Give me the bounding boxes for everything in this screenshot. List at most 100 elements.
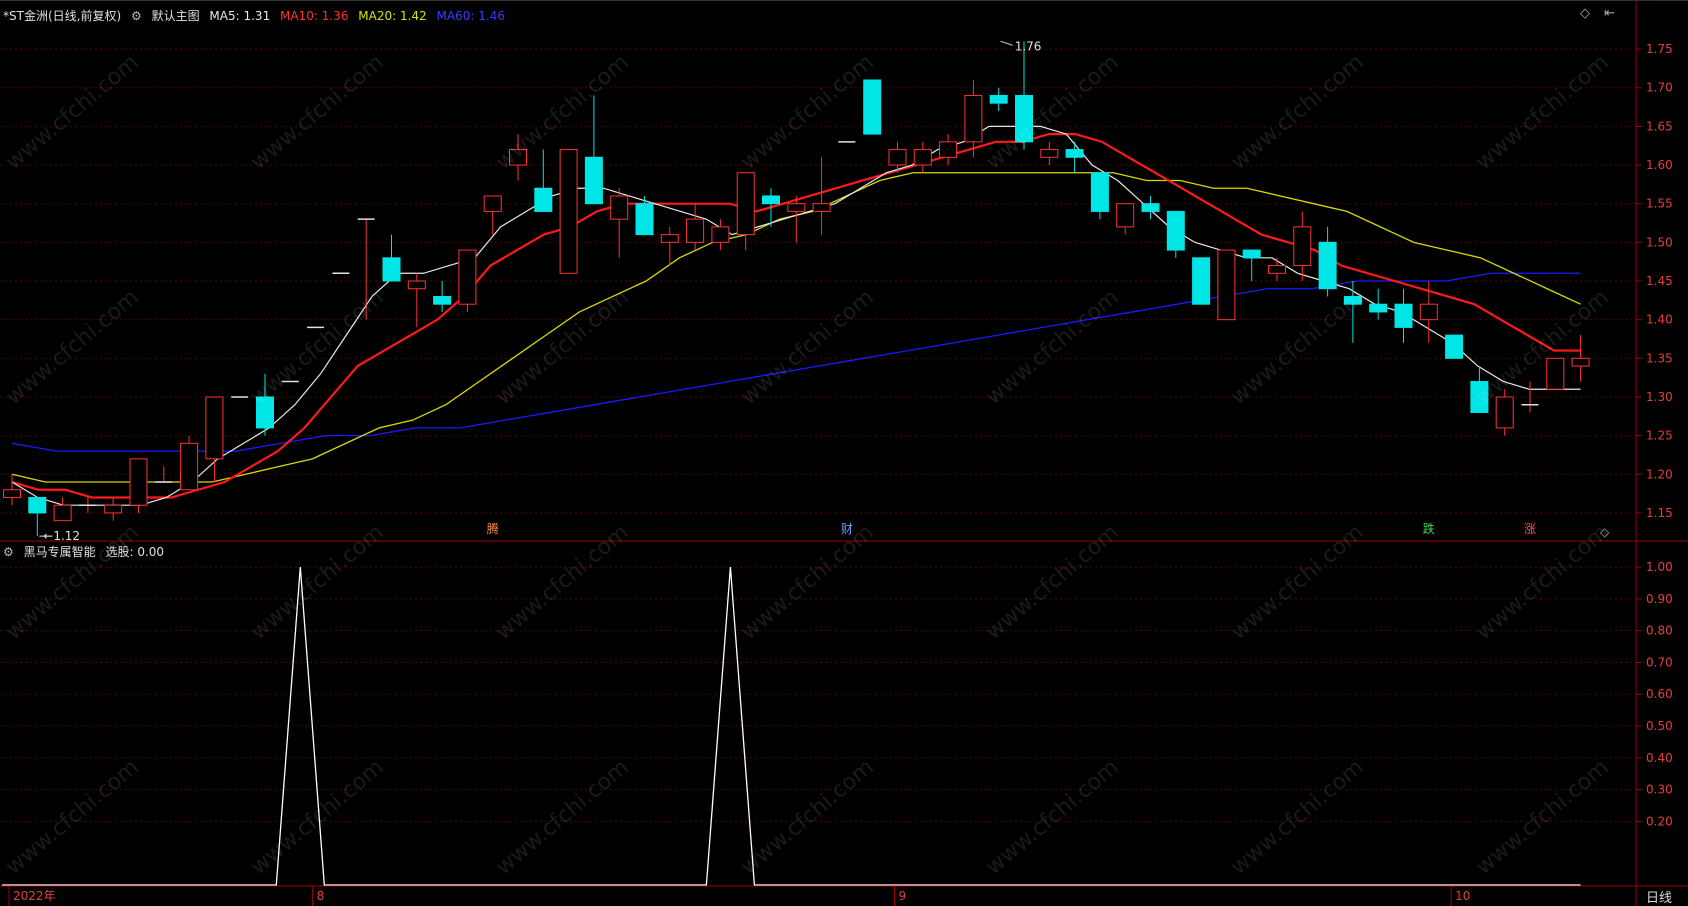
indicator-tick-label: 0.60 [1646, 687, 1673, 701]
ma20-value: 1.42 [399, 9, 427, 23]
indicator-tick-label: 1.00 [1646, 560, 1673, 574]
candle-body-up [913, 149, 932, 166]
candle-body-up [686, 218, 705, 243]
candle [863, 79, 882, 135]
period-label[interactable]: 日线 [1646, 887, 1672, 906]
candle [1445, 334, 1464, 359]
ma10-value: 1.36 [321, 9, 349, 23]
candle-body-down [256, 396, 274, 429]
ma60-value: 1.46 [478, 9, 505, 23]
event-marker: 涨 [1524, 521, 1536, 536]
candle-body-up [3, 489, 21, 498]
candle [1192, 257, 1211, 305]
candle-body-up [711, 226, 730, 243]
price-tick-label: 1.50 [1646, 235, 1673, 249]
candle-body-up [736, 172, 755, 236]
sub-indicator-name[interactable]: 黑马专属智能 [24, 545, 96, 559]
candle-body-up [407, 280, 426, 290]
indicator-tick-label: 0.90 [1646, 592, 1673, 606]
event-marker: 财 [841, 522, 853, 536]
candle-body-up [559, 149, 578, 274]
price-tick-label: 1.55 [1646, 197, 1673, 211]
date-tick-label: 2022年 [13, 889, 56, 903]
candle [458, 249, 477, 312]
ma5-legend: MA5: 1.31 [209, 9, 270, 23]
candle-body-down [1090, 172, 1109, 212]
candle-body-up [53, 504, 72, 522]
candle-body-down [584, 156, 603, 205]
candle-body-down [1343, 295, 1362, 305]
price-tick-label: 1.65 [1646, 119, 1673, 133]
diamond-icon[interactable]: ◇ [1580, 6, 1590, 21]
candle-body-up [1040, 149, 1059, 158]
indicator-tick-label: 0.80 [1646, 624, 1673, 638]
event-marker: 腾 [487, 521, 499, 536]
candle-body-up [1419, 303, 1438, 321]
event-marker: 跌 [1423, 521, 1435, 536]
candle-body-up [787, 203, 806, 212]
price-tick-label: 1.35 [1646, 351, 1673, 365]
candle-body-up [1293, 226, 1312, 267]
candle-body-down [1192, 257, 1211, 305]
signal-label: 选股: [105, 545, 134, 559]
candle-body-up [1571, 357, 1590, 367]
date-tick-label: 8 [317, 889, 325, 903]
candle-body-down [28, 496, 47, 514]
candle-body-down [534, 187, 553, 212]
sub-settings-icon[interactable]: ⚙ [3, 545, 14, 559]
expand-icon[interactable]: ⇤ [1604, 6, 1615, 21]
candle-body-up [458, 249, 477, 305]
ma60-legend: MA60: 1.46 [437, 9, 505, 23]
candle [559, 149, 578, 274]
candle-body-down [1369, 303, 1388, 313]
price-tick-label: 1.30 [1646, 390, 1673, 404]
main-indicator-name[interactable]: 默认主图 [152, 9, 200, 23]
candle-body-up [939, 141, 958, 158]
price-tick-label: 1.45 [1646, 274, 1673, 288]
candle-body-up [660, 234, 679, 243]
candle-body-up [180, 442, 199, 491]
ma10-label: MA10: [280, 9, 318, 23]
price-tick-label: 1.40 [1646, 313, 1673, 327]
candle-body-down [1015, 94, 1033, 143]
indicator-tick-label: 0.20 [1646, 814, 1673, 828]
candle-body-up [1268, 265, 1286, 274]
sub-legend: ⚙ 黑马专属智能 选股: 0.00 [3, 543, 170, 560]
candle-body-up [129, 458, 148, 506]
settings-icon[interactable]: ⚙ [131, 9, 142, 23]
ma5-label: MA5: [209, 9, 240, 23]
candle-body-up [509, 149, 527, 166]
candle-body-down [635, 203, 654, 236]
candle-body-up [888, 149, 907, 166]
price-tick-label: 1.20 [1646, 467, 1673, 481]
price-tick-label: 1.60 [1646, 158, 1673, 172]
date-tick-label: 10 [1455, 889, 1470, 903]
candle-body-up [1495, 396, 1514, 429]
price-tick-label: 1.25 [1646, 429, 1673, 443]
candle [1546, 357, 1565, 390]
window-controls: ◇ ⇤ [1580, 6, 1615, 21]
candle [180, 435, 199, 491]
candle-body-up [483, 195, 502, 212]
sub-indicator-label: 选股: 0.00 [105, 545, 164, 559]
candle-body-down [1394, 303, 1413, 328]
ma20-legend: MA20: 1.42 [358, 9, 426, 23]
candle [1217, 249, 1236, 321]
price-tick-label: 1.15 [1646, 506, 1673, 520]
high-price-label: 1.76 [1015, 39, 1042, 53]
candle-body-down [1065, 149, 1084, 158]
candle-body-down [1166, 210, 1185, 251]
price-tick-label: 1.70 [1646, 81, 1673, 95]
diamond-icon-2[interactable]: ◇ [1600, 525, 1609, 539]
candle-body-down [1445, 334, 1464, 359]
candle-body-down [433, 295, 452, 305]
candle-body-down [382, 257, 401, 282]
indicator-tick-label: 0.50 [1646, 719, 1673, 733]
stock-title[interactable]: *ST金洲(日线,前复权) [3, 9, 121, 23]
candle-body-up [610, 195, 629, 220]
candle-body-down [1242, 249, 1261, 259]
candle-body-up [1116, 203, 1135, 228]
date-tick-label: 9 [899, 889, 907, 903]
candle-body-up [812, 203, 831, 212]
low-price-label: ←1.12 [43, 529, 80, 543]
